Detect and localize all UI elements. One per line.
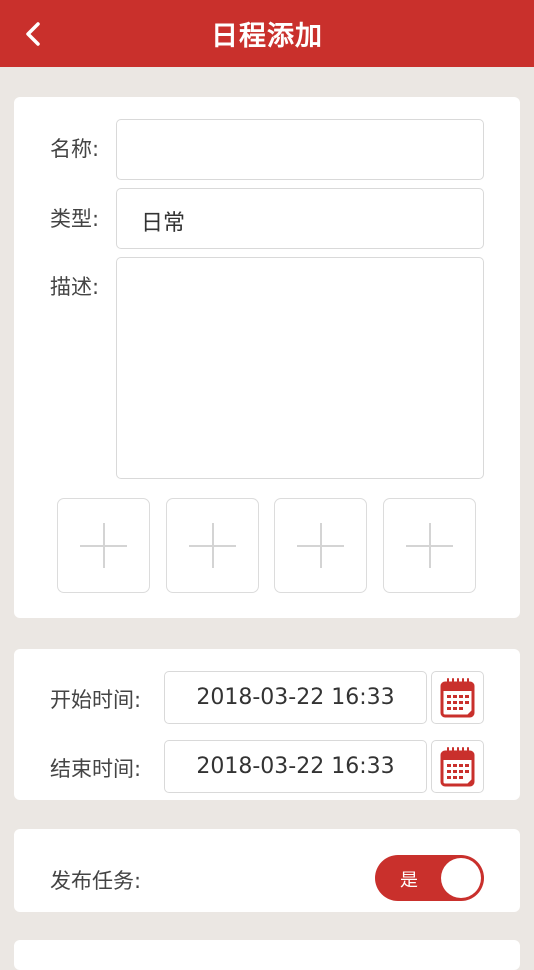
description-textarea[interactable] xyxy=(116,257,484,479)
add-attachment-button-2[interactable] xyxy=(166,498,259,593)
publish-task-label: 发布任务: xyxy=(50,869,142,893)
type-label: 类型: xyxy=(50,207,100,231)
toggle-knob xyxy=(441,858,481,898)
app-header: 日程添加 xyxy=(0,0,534,67)
end-time-label: 结束时间: xyxy=(50,757,142,781)
add-attachment-button-4[interactable] xyxy=(383,498,476,593)
toggle-on-label: 是 xyxy=(400,870,418,891)
name-input[interactable] xyxy=(116,119,484,180)
time-card: 开始时间: 2018-03-22 16:33 结束时间: 2018-03-22 … xyxy=(14,649,520,800)
type-select[interactable]: 日常 xyxy=(116,188,484,249)
calendar-icon xyxy=(440,746,474,786)
next-card xyxy=(14,940,520,970)
end-calendar-button[interactable] xyxy=(431,740,484,793)
end-time-value: 2018-03-22 16:33 xyxy=(196,754,395,779)
description-label: 描述: xyxy=(50,275,100,299)
type-value: 日常 xyxy=(141,211,186,236)
start-time-label: 开始时间: xyxy=(50,688,142,712)
add-attachment-button-3[interactable] xyxy=(274,498,367,593)
publish-task-toggle[interactable]: 是 xyxy=(375,855,484,901)
page-title: 日程添加 xyxy=(211,21,323,52)
start-time-value: 2018-03-22 16:33 xyxy=(196,685,395,710)
chevron-left-icon xyxy=(26,22,40,46)
schedule-form-card: 名称: 类型: 日常 描述: xyxy=(14,97,520,618)
start-time-field[interactable]: 2018-03-22 16:33 xyxy=(164,671,427,724)
publish-card: 发布任务: 是 xyxy=(14,829,520,912)
calendar-icon xyxy=(440,677,474,717)
start-calendar-button[interactable] xyxy=(431,671,484,724)
end-time-field[interactable]: 2018-03-22 16:33 xyxy=(164,740,427,793)
name-label: 名称: xyxy=(50,137,100,161)
add-attachment-button-1[interactable] xyxy=(57,498,150,593)
back-button[interactable] xyxy=(14,14,54,54)
